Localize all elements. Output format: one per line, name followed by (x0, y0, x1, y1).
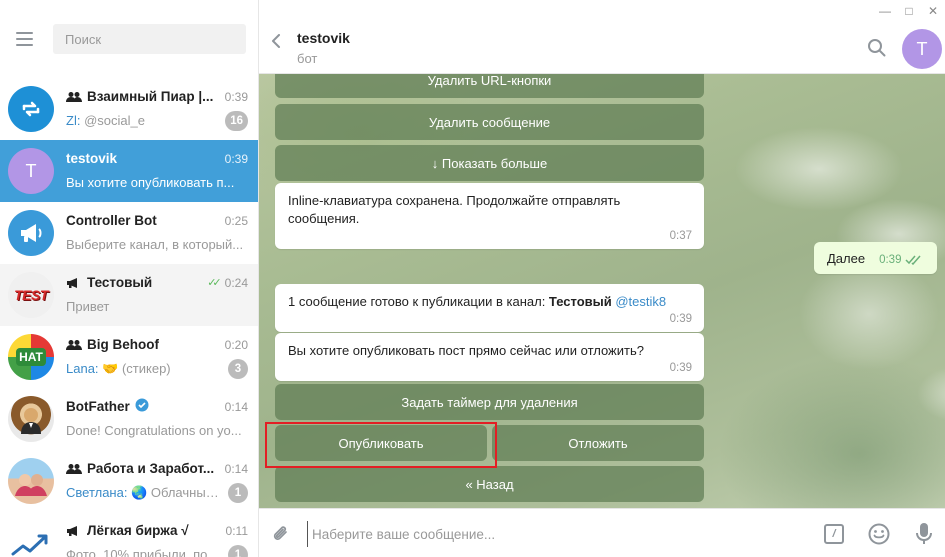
inline-button-remove-url-buttons[interactable]: Удалить URL-кнопки (275, 74, 704, 98)
emoji-icon[interactable] (868, 523, 890, 545)
chat-preview: Привет (66, 299, 110, 314)
photo-icon (8, 458, 54, 504)
inline-button-set-timer[interactable]: Задать таймер для удаления (275, 384, 704, 420)
chat-item-vzaimny-piar[interactable]: Взаимный Пиар |... 0:39 Zl: @social_e 16 (0, 78, 258, 140)
chat-time: 0:25 (224, 213, 248, 228)
test-logo-icon: TEST (8, 272, 54, 318)
channel-icon (66, 277, 82, 289)
chat-title[interactable]: testovik (297, 30, 350, 46)
profile-avatar[interactable]: T (902, 29, 942, 69)
verified-icon (135, 398, 149, 415)
message-text: Далее (827, 250, 866, 266)
chat-name: Тестовый (87, 275, 153, 290)
chat-preview: Выберите канал, в который... (66, 237, 244, 252)
megaphone-icon (8, 210, 54, 256)
chat-time: 0:20 (224, 337, 248, 352)
sidebar-header (0, 0, 258, 78)
message-incoming[interactable]: Inline-клавиатура сохранена. Продолжайте… (275, 183, 704, 249)
composer: / (259, 508, 945, 557)
chat-time: 0:39 (224, 151, 248, 166)
channel-link[interactable]: @testik8 (615, 294, 666, 309)
message-outgoing[interactable]: Далее 0:39 (814, 242, 938, 274)
chat-preview: Done! Congratulations on yo... (66, 423, 242, 438)
chat-time: ✓✓ 0:24 (207, 275, 248, 290)
search-icon[interactable] (867, 38, 887, 58)
chat-header: testovik бот T (259, 0, 945, 74)
unread-badge: 1 (228, 482, 248, 503)
chat-preview: Zl: @social_e (66, 113, 145, 128)
search-input[interactable] (53, 24, 246, 54)
message-text: Вы хотите опубликовать пост прямо сейчас… (288, 343, 644, 358)
unread-badge: 3 (228, 358, 248, 379)
avatar: T (8, 148, 54, 194)
read-checks-icon (905, 255, 922, 265)
maximize-button[interactable]: □ (897, 0, 921, 22)
inline-button-back[interactable]: « Назад (275, 466, 704, 502)
channel-icon (66, 525, 82, 537)
chat-panel: testovik бот T Удалить URL-кнопки Удалит… (259, 0, 945, 557)
paperclip-icon[interactable] (271, 523, 291, 545)
chat-list: Взаимный Пиар |... 0:39 Zl: @social_e 16… (0, 78, 258, 557)
read-checks-icon: ✓✓ (207, 277, 222, 289)
microphone-icon[interactable] (915, 522, 933, 546)
chat-item-controller-bot[interactable]: Controller Bot 0:25 Выберите канал, в ко… (0, 202, 258, 264)
chat-name: Лёгкая биржа √ (87, 523, 189, 538)
inline-button-postpone[interactable]: Отложить (492, 425, 704, 461)
bot-command-icon[interactable]: / (824, 524, 844, 544)
menu-icon[interactable] (16, 32, 33, 46)
chat-preview: Lana: 🤝 (стикер) (66, 360, 171, 376)
message-time: 0:39 (669, 313, 692, 325)
chat-item-big-behoof[interactable]: HAT Big Behoof 0:20 Lana: 🤝 (стикер) 3 (0, 326, 258, 388)
chat-item-botfather[interactable]: BotFather 0:14 Done! Congratulations on … (0, 388, 258, 450)
back-arrow-icon[interactable] (269, 34, 283, 48)
chat-item-testovik[interactable]: T testovik 0:39 Вы хотите опубликовать п… (0, 140, 258, 202)
chat-item-rabota[interactable]: Работа и Заработ... 0:14 Светлана: 🌏 Обл… (0, 450, 258, 512)
unread-badge: 1 (228, 544, 248, 557)
chat-name: Работа и Заработ... (87, 461, 215, 476)
chat-time: 0:14 (224, 461, 248, 476)
highlight-box (265, 422, 497, 468)
chat-time: 0:39 (224, 89, 248, 104)
message-history[interactable]: Удалить URL-кнопки Удалить сообщение ↓ П… (259, 74, 945, 508)
group-icon (66, 339, 82, 351)
chat-time: 0:14 (224, 399, 248, 414)
close-button[interactable]: ✕ (921, 0, 945, 22)
chat-name: BotFather (66, 399, 130, 414)
inline-button-delete-message[interactable]: Удалить сообщение (275, 104, 704, 140)
group-icon (66, 463, 82, 475)
message-incoming[interactable]: 1 сообщение готово к публикации в канал:… (275, 284, 704, 332)
group-icon (66, 91, 82, 103)
message-meta: 0:39 (879, 254, 923, 266)
minimize-button[interactable]: — (873, 0, 897, 22)
chat-preview: Светлана: 🌏 Облачный... (66, 484, 222, 500)
message-time: 0:37 (669, 230, 692, 242)
chat-time: 0:11 (225, 523, 248, 538)
chat-name: testovik (66, 151, 118, 166)
sidebar: Взаимный Пиар |... 0:39 Zl: @social_e 16… (0, 0, 259, 557)
chat-subtitle: бот (297, 51, 318, 66)
window-controls: — □ ✕ (873, 0, 945, 22)
inline-button-show-more[interactable]: ↓ Показать больше (275, 145, 704, 181)
chat-name: Взаимный Пиар |... (87, 89, 214, 104)
message-input[interactable] (307, 521, 807, 547)
chat-item-legkaya-birzha[interactable]: Лёгкая биржа √ 0:11 Фото, 10% прибыли, п… (0, 512, 258, 557)
message-text: 1 сообщение готово к публикации в канал:… (288, 294, 667, 309)
unread-badge: 16 (225, 110, 248, 131)
message-time: 0:39 (669, 362, 692, 374)
botfather-icon (8, 396, 54, 442)
chat-preview: Вы хотите опубликовать п... (66, 175, 235, 190)
hat-logo-icon: HAT (8, 334, 54, 380)
chat-preview: Фото, 10% прибыли, по... (66, 547, 219, 557)
message-incoming[interactable]: Вы хотите опубликовать пост прямо сейчас… (275, 333, 704, 381)
chat-name: Big Behoof (87, 337, 159, 352)
chart-arrow-icon (8, 520, 54, 557)
repost-icon (8, 86, 54, 132)
chat-name: Controller Bot (66, 213, 157, 228)
chat-item-testovy[interactable]: TEST Тестовый ✓✓ 0:24 Привет (0, 264, 258, 326)
message-text: Inline-клавиатура сохранена. Продолжайте… (288, 193, 621, 226)
